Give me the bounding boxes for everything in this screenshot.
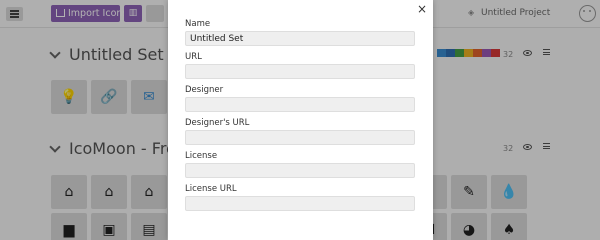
name-field[interactable] (185, 31, 415, 46)
url-field[interactable] (185, 64, 415, 79)
license-url-field[interactable] (185, 196, 415, 211)
url-label: URL (185, 52, 202, 62)
license-field[interactable] (185, 163, 415, 178)
name-label: Name (185, 19, 211, 29)
designer-field[interactable] (185, 97, 415, 112)
set-properties-dialog: × Name URL Designer Designer's URL Licen… (168, 0, 433, 240)
designer-label: Designer (185, 85, 224, 95)
designer-url-field[interactable] (185, 130, 415, 145)
license-url-label: License URL (185, 184, 237, 194)
close-icon[interactable]: × (415, 2, 429, 16)
designer-url-label: Designer's URL (185, 118, 250, 128)
license-label: License (185, 151, 218, 161)
